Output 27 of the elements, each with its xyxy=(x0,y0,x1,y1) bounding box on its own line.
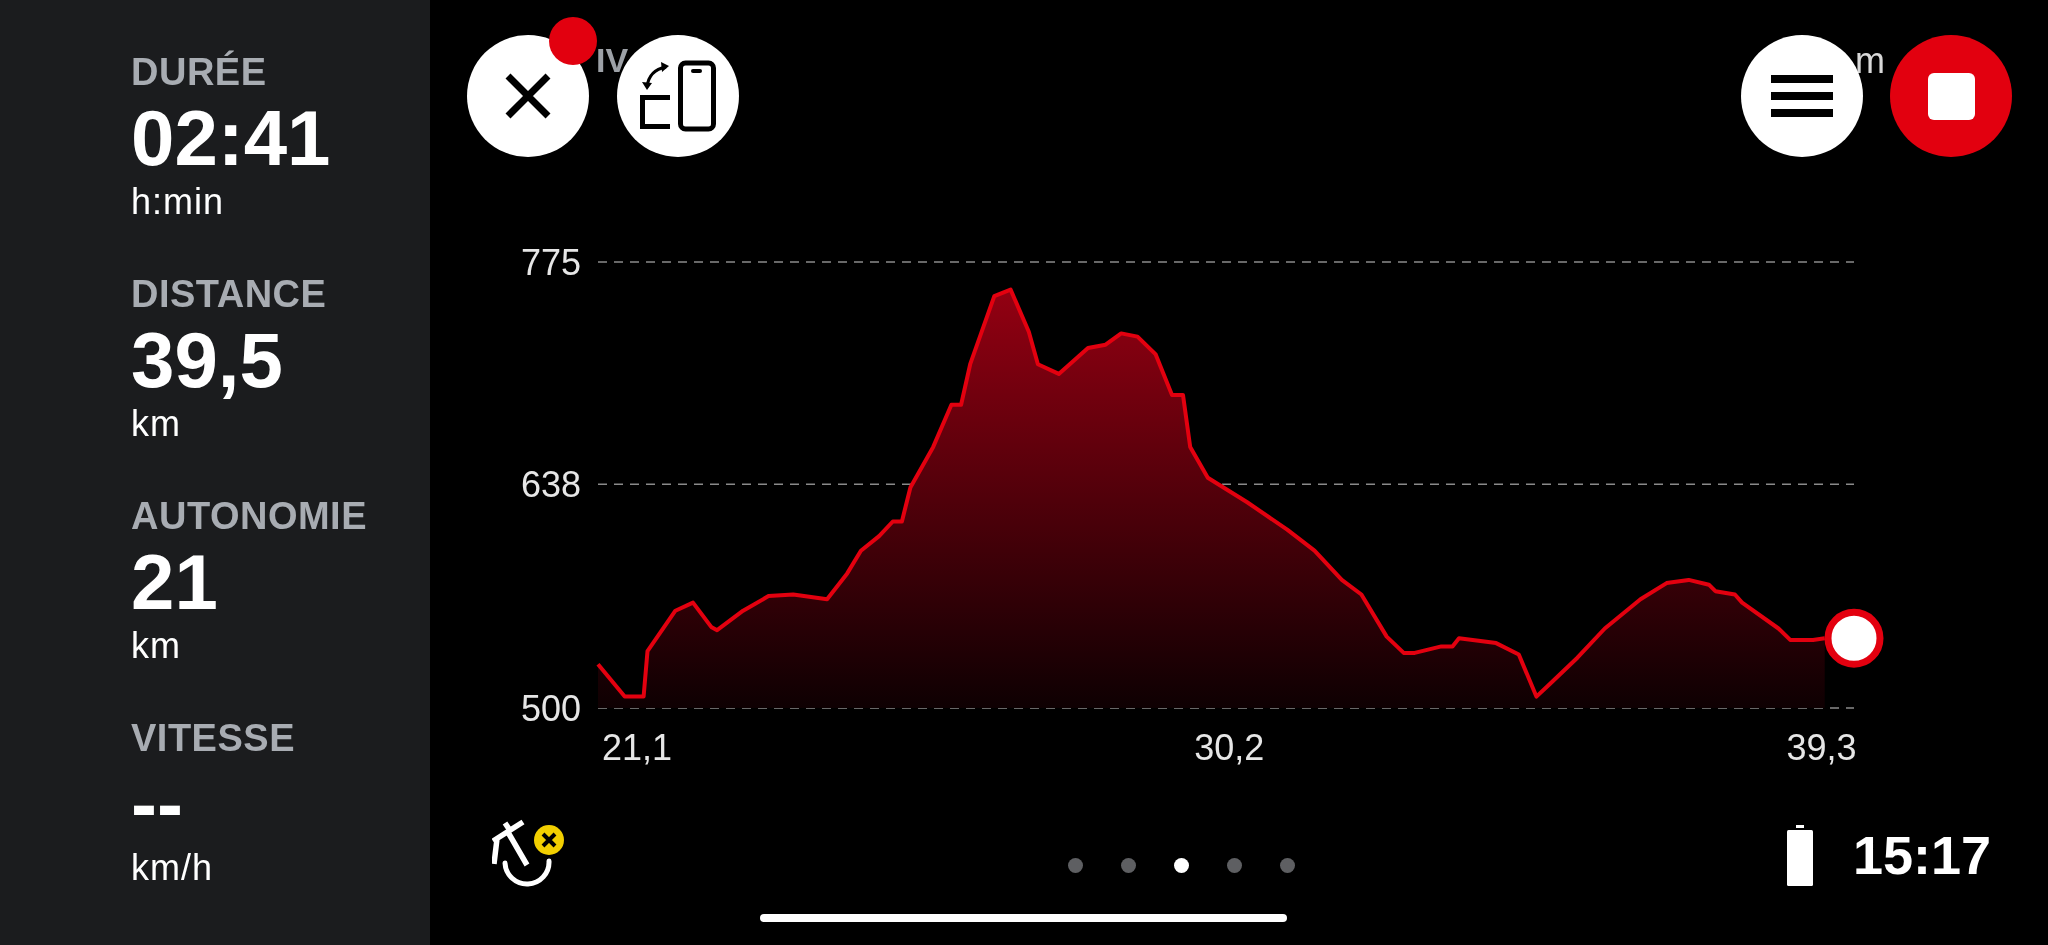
stat-value: 21 xyxy=(131,542,218,622)
stat-label: DURÉE xyxy=(131,52,267,92)
partial-label: m xyxy=(1855,43,1885,79)
y-axis-label: 775 xyxy=(520,241,581,283)
stat-value: -- xyxy=(131,764,183,844)
y-axis-label: 500 xyxy=(520,687,581,729)
stat-value: 02:41 xyxy=(131,98,331,178)
clock-time: 15:17 xyxy=(1852,825,1991,885)
stat-unit: km/h xyxy=(131,848,213,888)
stop-icon xyxy=(1927,72,1975,120)
battery-icon xyxy=(1786,824,1813,886)
x-axis-label: 30,2 xyxy=(1194,727,1265,768)
x-axis-label: 39,3 xyxy=(1786,727,1857,768)
y-axis-label: 638 xyxy=(520,463,581,505)
x-axis-label: 21,1 xyxy=(602,727,673,768)
stat-unit: h:min xyxy=(131,182,225,222)
phone-rotate-icon xyxy=(639,60,717,132)
position-marker-icon xyxy=(1824,608,1884,668)
stat-value: 39,5 xyxy=(131,320,283,400)
partial-label: IV xyxy=(596,43,629,77)
stat-label: VITESSE xyxy=(131,718,295,758)
stat-unit: km xyxy=(131,404,181,444)
close-icon xyxy=(504,72,552,120)
stat-unit: km xyxy=(131,626,181,666)
stat-label: DISTANCE xyxy=(131,274,327,314)
stat-label: AUTONOMIE xyxy=(131,496,368,536)
menu-icon xyxy=(1771,75,1833,117)
